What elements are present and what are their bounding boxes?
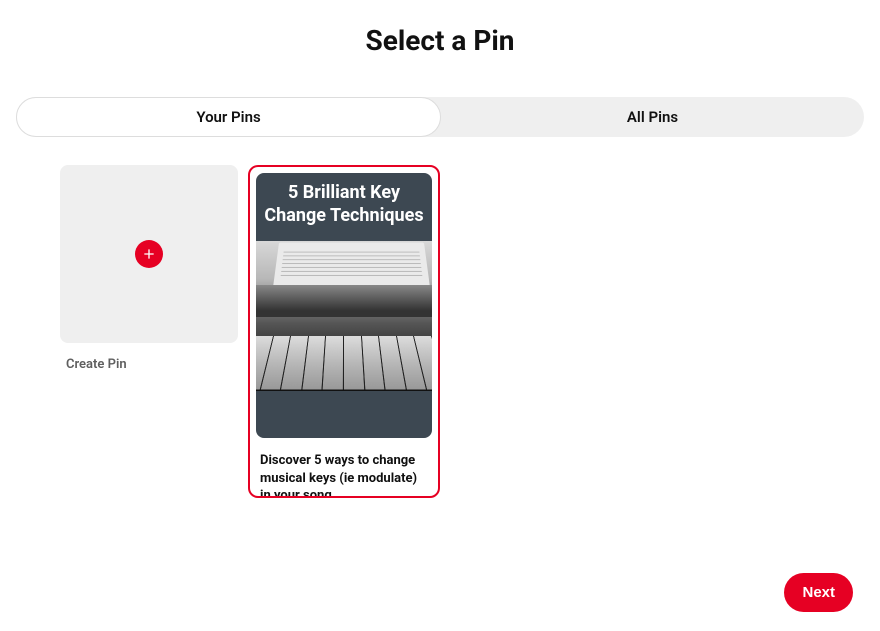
create-pin-card[interactable]: Create Pin [60,165,238,498]
pins-area: Create Pin 5 Brilliant Key Change Techni… [0,165,880,498]
pin-thumbnail: 5 Brilliant Key Change Techniques [256,173,432,438]
tab-all-pins[interactable]: All Pins [441,97,864,137]
create-pin-label: Create Pin [60,357,238,372]
create-pin-box [60,165,238,343]
page-title: Select a Pin [0,24,880,57]
pin-thumb-title: 5 Brilliant Key Change Techniques [256,173,432,238]
piano-image [256,241,432,391]
tabs-container: Your Pins All Pins [16,97,864,137]
next-button[interactable]: Next [784,573,853,612]
pin-card-selected[interactable]: 5 Brilliant Key Change Techniques Discov… [248,165,440,498]
plus-icon [135,240,163,268]
tab-your-pins[interactable]: Your Pins [16,97,441,137]
pin-caption: Discover 5 ways to change musical keys (… [256,438,432,496]
